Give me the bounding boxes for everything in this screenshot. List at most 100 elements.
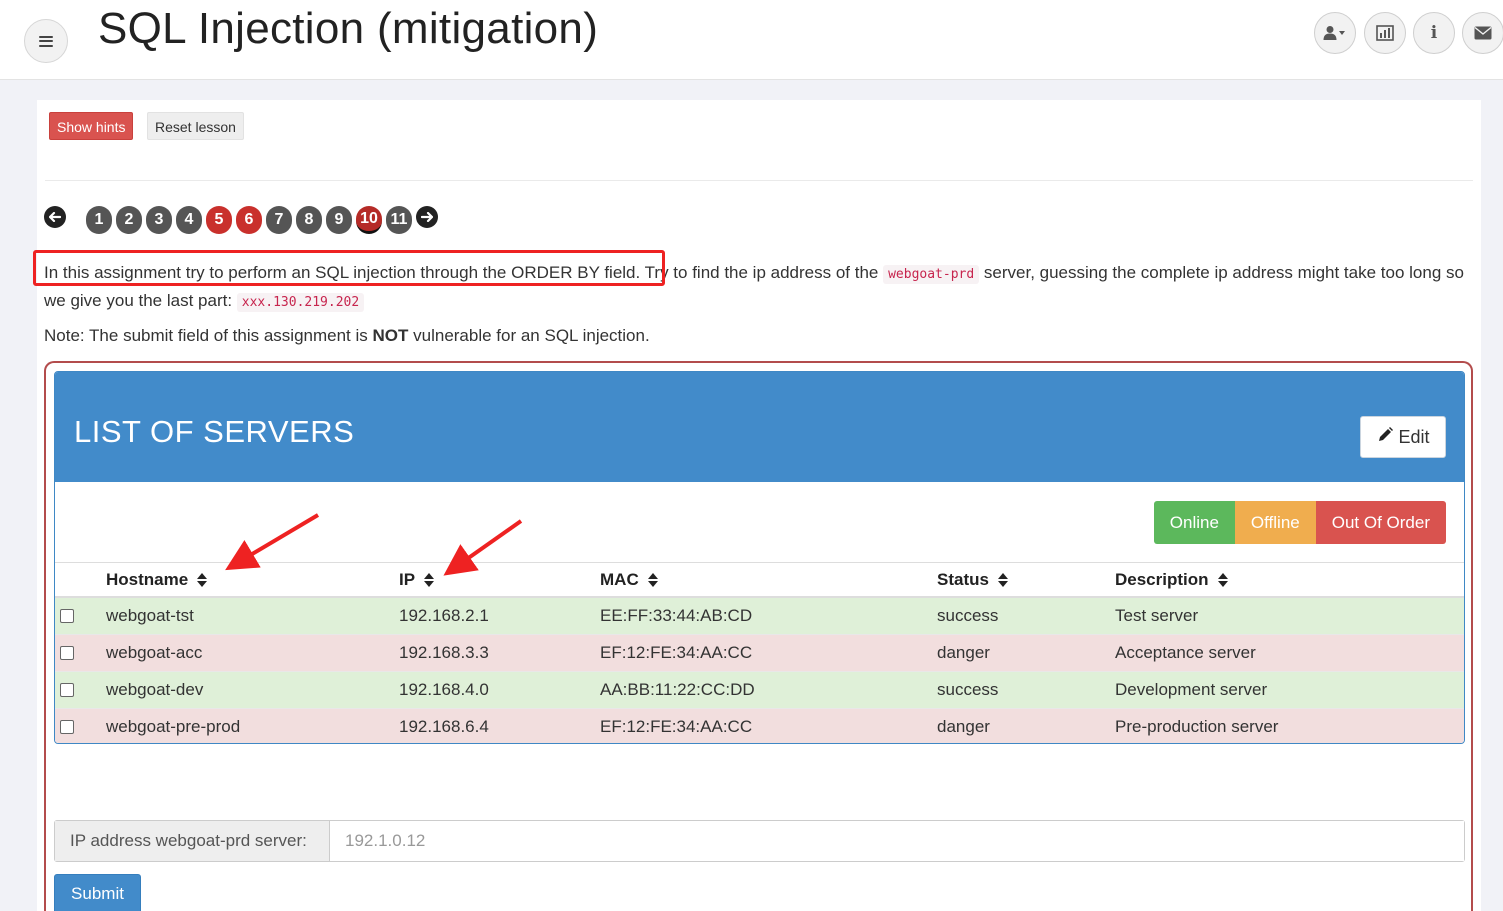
sort-description-header[interactable]: Description bbox=[1115, 563, 1228, 596]
row-checkbox[interactable] bbox=[60, 646, 74, 660]
page-9-button[interactable]: 9 bbox=[326, 206, 352, 234]
arrow-left-icon bbox=[49, 212, 61, 222]
mac-cell: EF:12:FE:34:AA:CC bbox=[600, 717, 753, 736]
description-cell: Acceptance server bbox=[1115, 643, 1256, 662]
note-prefix: Note: The submit field of this assignmen… bbox=[44, 326, 373, 345]
ip-cell: 192.168.3.3 bbox=[399, 643, 489, 662]
page-2-button[interactable]: 2 bbox=[116, 206, 142, 234]
status-cell: success bbox=[937, 606, 999, 625]
description-part-2: Try to find the ip address of the bbox=[640, 263, 884, 282]
table-row: webgoat-dev 192.168.4.0 AA:BB:11:22:CC:DD s… bbox=[55, 672, 1464, 709]
table-row: webgoat-pre-prod 192.168.6.4 EF:12:FE:34:A… bbox=[55, 709, 1464, 743]
sort-icon bbox=[197, 572, 208, 587]
note-bold: NOT bbox=[372, 326, 409, 345]
page-8-button[interactable]: 8 bbox=[296, 206, 322, 234]
ip-field-label: IP address webgoat-prd server: bbox=[55, 821, 330, 861]
ip-cell: 192.168.4.0 bbox=[399, 680, 489, 699]
divider bbox=[45, 180, 1473, 181]
column-label: Description bbox=[1115, 569, 1209, 589]
hostname-cell: webgoat-pre-prod bbox=[106, 717, 241, 736]
assignment-description: In this assignment try to perform an SQL… bbox=[44, 260, 1469, 316]
top-bar: SQL Injection (mitigation) i bbox=[0, 0, 1503, 80]
envelope-icon bbox=[1474, 26, 1492, 40]
table-body: webgoat-tst 192.168.2.1 EE:FF:33:44:AB:CD s… bbox=[55, 598, 1464, 743]
sort-status-header[interactable]: Status bbox=[937, 563, 1008, 596]
mac-cell: EF:12:FE:34:AA:CC bbox=[600, 643, 753, 662]
ip-input-group: IP address webgoat-prd server: bbox=[54, 820, 1465, 862]
bar-chart-icon bbox=[1376, 25, 1394, 41]
submit-button[interactable]: Submit bbox=[54, 874, 141, 911]
edit-button[interactable]: Edit bbox=[1360, 416, 1446, 458]
status-filter-group: Online Offline Out Of Order bbox=[1153, 501, 1446, 544]
note-text: Note: The submit field of this assignmen… bbox=[44, 326, 650, 346]
ip-address-input[interactable] bbox=[330, 821, 1464, 861]
column-label: Hostname bbox=[106, 569, 189, 589]
page-title: SQL Injection (mitigation) bbox=[98, 4, 599, 53]
description-part-1: In this assignment try to perform an SQL… bbox=[44, 263, 641, 282]
row-checkbox-cell bbox=[60, 598, 74, 634]
hamburger-icon bbox=[39, 35, 53, 47]
about-button[interactable]: i bbox=[1413, 12, 1455, 54]
contact-button[interactable] bbox=[1462, 12, 1503, 54]
row-checkbox[interactable] bbox=[60, 683, 74, 697]
page-7-button[interactable]: 7 bbox=[266, 206, 292, 234]
page-3-button[interactable]: 3 bbox=[146, 206, 172, 234]
user-icon bbox=[1323, 26, 1345, 40]
pencil-icon bbox=[1376, 426, 1394, 449]
row-checkbox[interactable] bbox=[60, 720, 74, 734]
edit-label: Edit bbox=[1398, 426, 1430, 447]
mac-cell: AA:BB:11:22:CC:DD bbox=[600, 680, 755, 699]
description-cell: Development server bbox=[1115, 680, 1268, 699]
show-hints-button[interactable]: Show hints bbox=[49, 112, 134, 140]
page-4-button[interactable]: 4 bbox=[176, 206, 202, 234]
user-menu-button[interactable] bbox=[1314, 12, 1356, 54]
server-list-header: LIST OF SERVERS Edit bbox=[55, 372, 1464, 482]
page-6-button[interactable]: 6 bbox=[236, 206, 262, 234]
status-cell: success bbox=[937, 680, 999, 699]
sort-ip-header[interactable]: IP bbox=[399, 563, 435, 596]
status-cell: danger bbox=[937, 643, 990, 662]
sort-icon bbox=[647, 572, 658, 587]
page-10-button[interactable]: 10 bbox=[356, 206, 382, 234]
row-checkbox-cell bbox=[60, 635, 74, 671]
sort-icon bbox=[1217, 572, 1228, 587]
server-list-title: LIST OF SERVERS bbox=[74, 414, 355, 449]
report-card-button[interactable] bbox=[1364, 12, 1406, 54]
mac-cell: EE:FF:33:44:AB:CD bbox=[600, 606, 753, 625]
hostname-cell: webgoat-dev bbox=[106, 680, 204, 699]
previous-page-button[interactable] bbox=[44, 206, 66, 228]
sort-icon bbox=[424, 572, 435, 587]
page-1-button[interactable]: 1 bbox=[86, 206, 112, 234]
info-icon: i bbox=[1430, 23, 1438, 43]
ip-cell: 192.168.2.1 bbox=[399, 606, 489, 625]
offline-button[interactable]: Offline bbox=[1234, 501, 1316, 544]
arrow-right-icon bbox=[421, 212, 433, 222]
next-page-button[interactable] bbox=[416, 206, 438, 228]
hostname-cell: webgoat-acc bbox=[106, 643, 203, 662]
page-pagination: 1 2 3 4 5 6 7 8 9 10 11 bbox=[86, 206, 416, 234]
menu-toggle-button[interactable] bbox=[24, 19, 68, 63]
note-suffix: vulnerable for an SQL injection. bbox=[408, 326, 650, 345]
sort-mac-header[interactable]: MAC bbox=[600, 563, 658, 596]
online-button[interactable]: Online bbox=[1153, 501, 1235, 544]
table-row: webgoat-acc 192.168.3.3 EF:12:FE:34:AA:CC d… bbox=[55, 635, 1464, 672]
sort-icon bbox=[997, 572, 1008, 587]
row-checkbox-cell bbox=[60, 672, 74, 708]
description-cell: Test server bbox=[1115, 606, 1199, 625]
sort-hostname-header[interactable]: Hostname bbox=[106, 563, 208, 596]
out-of-order-button[interactable]: Out Of Order bbox=[1315, 501, 1446, 544]
lesson-panel: Show hints Reset lesson 1 2 3 4 5 6 7 8 9 10 11 In… bbox=[37, 100, 1481, 911]
column-label: MAC bbox=[600, 569, 639, 589]
assignment-container: LIST OF SERVERS Edit Online Offline Out … bbox=[44, 361, 1473, 911]
reset-lesson-button[interactable]: Reset lesson bbox=[147, 112, 244, 140]
status-cell: danger bbox=[937, 717, 990, 736]
servers-table: Hostname IP MAC Status Description webgo… bbox=[55, 562, 1464, 743]
table-header: Hostname IP MAC Status Description bbox=[55, 562, 1464, 598]
page-11-button[interactable]: 11 bbox=[386, 206, 412, 234]
hostname-cell: webgoat-tst bbox=[106, 606, 194, 625]
column-label: IP bbox=[399, 569, 416, 589]
description-cell: Pre-production server bbox=[1115, 717, 1279, 736]
page-5-button[interactable]: 5 bbox=[206, 206, 232, 234]
table-row: webgoat-tst 192.168.2.1 EE:FF:33:44:AB:CD s… bbox=[55, 598, 1464, 635]
row-checkbox[interactable] bbox=[60, 609, 74, 623]
